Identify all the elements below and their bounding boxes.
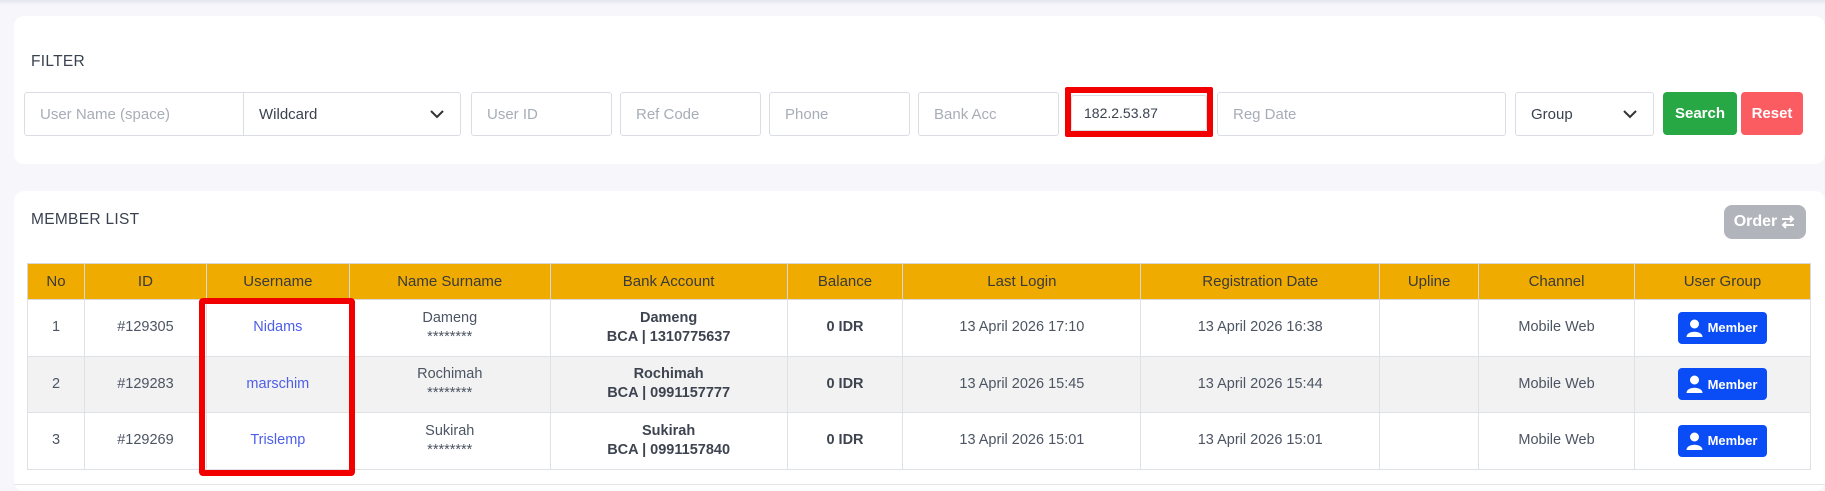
user-icon bbox=[1686, 319, 1703, 337]
bank-account: BCA | 0991157777 bbox=[607, 385, 731, 402]
row-no: 3 bbox=[27, 412, 85, 470]
table-row: 2 #129283 marschim Rochimah ******** Roch… bbox=[27, 355, 1812, 413]
phone-field[interactable] bbox=[769, 92, 910, 136]
user-group-badge[interactable]: Member bbox=[1677, 311, 1768, 344]
channel: Mobile Web bbox=[1478, 412, 1635, 470]
ref-code-field[interactable] bbox=[620, 92, 761, 136]
search-button[interactable]: Search bbox=[1663, 92, 1737, 135]
ip-field[interactable] bbox=[1071, 95, 1207, 131]
username-link[interactable]: Trislemp bbox=[250, 432, 305, 448]
user-id-field[interactable] bbox=[471, 92, 612, 136]
member-list-title: MEMBER LIST bbox=[31, 211, 140, 228]
table-header-row: No ID Username Name Surname Bank Account… bbox=[27, 263, 1812, 300]
bank-holder: Dameng bbox=[640, 309, 698, 326]
chevron-down-icon bbox=[1623, 110, 1637, 119]
masked-surname: ******** bbox=[427, 441, 473, 458]
name-surname: Dameng bbox=[422, 309, 478, 326]
member-table: No ID Username Name Surname Bank Account… bbox=[27, 263, 1812, 470]
col-header[interactable]: Username bbox=[205, 263, 350, 300]
table-row: 3 #129269 Trislemp Sukirah ******** Sukir… bbox=[27, 412, 1812, 470]
col-header[interactable]: Channel bbox=[1478, 263, 1635, 300]
name-surname: Rochimah bbox=[417, 366, 483, 383]
col-header[interactable]: Bank Account bbox=[549, 263, 788, 300]
divider bbox=[14, 484, 1825, 485]
match-mode-select[interactable]: Wildcard bbox=[243, 92, 461, 136]
reset-button[interactable]: Reset bbox=[1741, 92, 1803, 135]
masked-surname: ******** bbox=[427, 385, 473, 402]
upline bbox=[1379, 412, 1480, 470]
name-surname: Sukirah bbox=[425, 422, 475, 439]
top-shadow bbox=[0, 0, 1825, 5]
registration-date: 13 April 2026 15:44 bbox=[1140, 355, 1381, 413]
col-header[interactable]: ID bbox=[83, 263, 207, 300]
phone-input[interactable] bbox=[785, 105, 894, 123]
table-row: 1 #129305 Nidams Dameng ******** Dameng BC… bbox=[27, 299, 1812, 357]
user-group-badge[interactable]: Member bbox=[1677, 368, 1768, 401]
row-id: #129305 bbox=[83, 299, 207, 357]
bank-holder: Rochimah bbox=[633, 366, 704, 383]
ip-input[interactable] bbox=[1084, 105, 1194, 121]
username-link[interactable]: marschim bbox=[246, 376, 309, 392]
match-mode-value: Wildcard bbox=[259, 105, 318, 123]
col-header[interactable]: Balance bbox=[786, 263, 904, 300]
upline bbox=[1379, 299, 1480, 357]
col-header[interactable]: Last Login bbox=[902, 263, 1142, 300]
col-header[interactable]: No bbox=[27, 263, 85, 300]
chevron-down-icon bbox=[430, 110, 444, 119]
bank-account: BCA | 1310775637 bbox=[606, 328, 731, 345]
username-field[interactable] bbox=[24, 92, 244, 136]
user-icon bbox=[1686, 375, 1703, 394]
user-icon bbox=[1686, 432, 1703, 450]
row-id: #129283 bbox=[83, 355, 207, 413]
user-group-badge[interactable]: Member bbox=[1677, 424, 1768, 457]
filter-title: FILTER bbox=[31, 53, 86, 70]
user-group-label: Member bbox=[1707, 376, 1758, 392]
col-header[interactable]: Upline bbox=[1379, 263, 1480, 300]
channel: Mobile Web bbox=[1478, 355, 1635, 413]
order-button[interactable]: Order bbox=[1724, 205, 1806, 239]
col-header[interactable]: Registration Date bbox=[1140, 263, 1381, 300]
reg-date-field[interactable] bbox=[1217, 92, 1506, 136]
user-group-label: Member bbox=[1707, 320, 1758, 336]
masked-surname: ******** bbox=[427, 328, 473, 345]
last-login: 13 April 2026 15:01 bbox=[902, 412, 1142, 470]
row-no: 1 bbox=[27, 299, 85, 357]
bank-acc-input[interactable] bbox=[934, 105, 1043, 123]
last-login: 13 April 2026 17:10 bbox=[902, 299, 1142, 357]
reg-date-input[interactable] bbox=[1233, 105, 1490, 123]
user-group-label: Member bbox=[1707, 433, 1758, 449]
balance: 0 IDR bbox=[786, 355, 904, 413]
bank-holder: Sukirah bbox=[642, 422, 696, 439]
ref-code-input[interactable] bbox=[636, 105, 745, 123]
filter-panel: FILTER bbox=[14, 16, 1825, 164]
col-header[interactable]: User Group bbox=[1633, 263, 1812, 300]
last-login: 13 April 2026 15:45 bbox=[902, 355, 1142, 413]
balance: 0 IDR bbox=[786, 299, 904, 357]
channel: Mobile Web bbox=[1478, 299, 1635, 357]
registration-date: 13 April 2026 15:01 bbox=[1140, 412, 1381, 470]
bank-acc-field[interactable] bbox=[918, 92, 1059, 136]
registration-date: 13 April 2026 16:38 bbox=[1140, 299, 1381, 357]
username-input[interactable] bbox=[40, 105, 228, 123]
group-value: Group bbox=[1531, 105, 1573, 123]
order-label: Order bbox=[1733, 213, 1778, 230]
row-no: 2 bbox=[27, 355, 85, 413]
user-id-input[interactable] bbox=[487, 105, 596, 123]
col-header[interactable]: Name Surname bbox=[348, 263, 551, 300]
group-select[interactable]: Group bbox=[1515, 92, 1654, 136]
balance: 0 IDR bbox=[786, 412, 904, 470]
upline bbox=[1379, 355, 1480, 413]
row-id: #129269 bbox=[83, 412, 207, 470]
swap-arrows-icon bbox=[1781, 215, 1795, 229]
bank-account: BCA | 0991157840 bbox=[607, 441, 731, 458]
username-link[interactable]: Nidams bbox=[253, 319, 302, 335]
